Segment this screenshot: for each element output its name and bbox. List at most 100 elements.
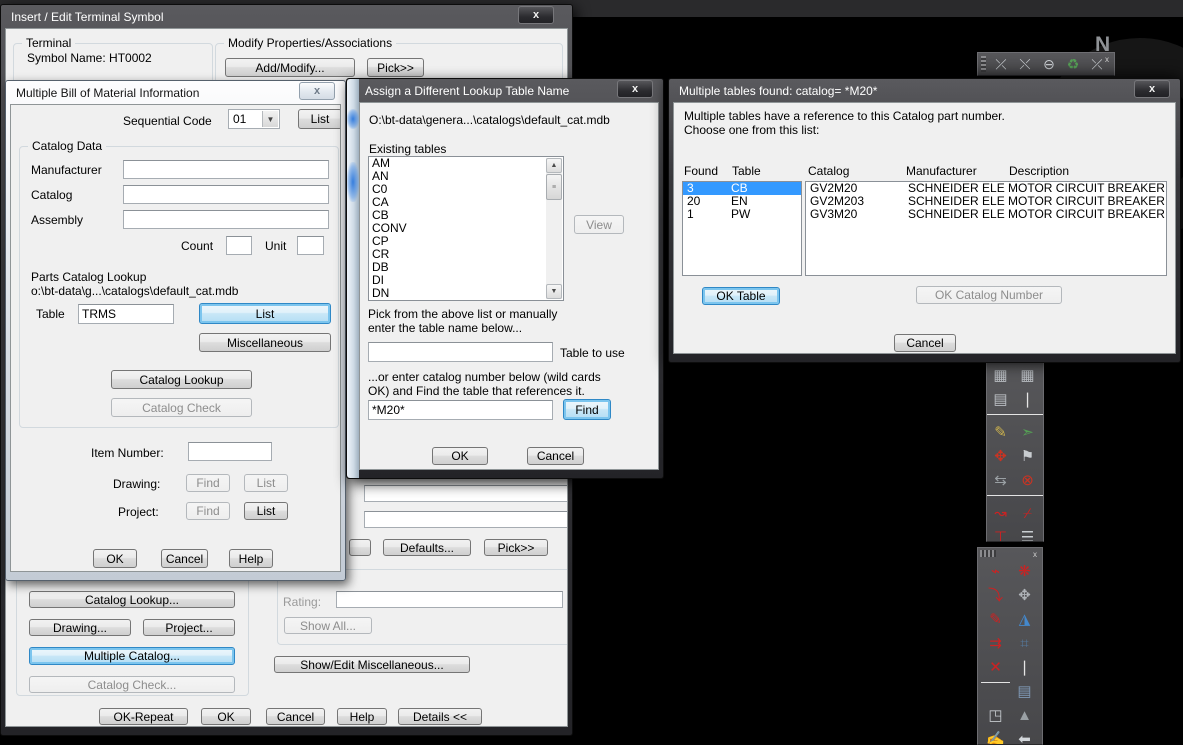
rating-field[interactable]	[336, 591, 563, 608]
sequential-code-combobox[interactable]: 01 ▼	[228, 109, 280, 129]
terminal-field-2[interactable]	[364, 511, 567, 528]
copy-circuit-recycle-icon[interactable]: ♻	[1061, 54, 1085, 74]
cancel-button[interactable]: Cancel	[894, 334, 956, 352]
add-modify-button[interactable]: Add/Modify...	[225, 58, 355, 77]
miscellaneous-button[interactable]: Miscellaneous	[199, 333, 331, 352]
divider-bar-icon[interactable]: ❘	[1014, 387, 1041, 411]
wire-number-leader-icon[interactable]: ⇉	[981, 631, 1010, 655]
sequential-code-list-button[interactable]: List	[298, 109, 340, 129]
table-list-item[interactable]: C0	[369, 183, 546, 196]
table-list-item[interactable]: AN	[369, 170, 546, 183]
close-icon[interactable]: x	[1134, 80, 1170, 98]
unit-field[interactable]	[297, 236, 324, 255]
select-component-icon[interactable]: ➣	[1014, 420, 1041, 444]
zoom-circuit-icon[interactable]: ⊖	[1037, 54, 1061, 74]
edit-component-icon[interactable]: ✎	[987, 420, 1014, 444]
pick-button[interactable]: Pick>>	[367, 58, 424, 77]
insert-panel-footprint-icon[interactable]: ▦	[1014, 363, 1041, 387]
project-button[interactable]: Project...	[143, 619, 235, 636]
move-component-icon[interactable]: ✥	[987, 444, 1014, 468]
multiple-catalog-button[interactable]: Multiple Catalog...	[29, 647, 235, 665]
help-button[interactable]: Help	[229, 549, 273, 568]
move-wire-number-icon[interactable]: ✥	[1010, 583, 1039, 607]
found-tables-listbox[interactable]: 3 CB 20 EN 1 PW	[682, 181, 802, 276]
table-list-item[interactable]: AM	[369, 157, 546, 170]
close-icon[interactable]: x	[518, 6, 554, 24]
delete-component-icon[interactable]: ⊗	[1014, 468, 1041, 492]
insert-wire-number-icon[interactable]: ⌁	[981, 559, 1010, 583]
copy-wire-number-icon[interactable]: ⤵	[981, 583, 1010, 607]
insert-wire-icon[interactable]: ↝	[987, 501, 1014, 525]
fix-wire-number-icon[interactable]: ✎	[981, 607, 1010, 631]
chevron-down-icon[interactable]: ▼	[262, 111, 278, 127]
retag-component-icon[interactable]: ⚑	[1014, 444, 1041, 468]
scrollbar-thumb[interactable]: ≡	[546, 174, 562, 200]
insert-wire-tee-icon[interactable]: ⊤	[987, 525, 1014, 542]
table-list-button[interactable]: List	[199, 303, 331, 324]
catalog-result-row[interactable]: GV2M20 SCHNEIDER ELE MOTOR CIRCUIT BREAK…	[806, 182, 1166, 195]
toolbar-close-icon[interactable]: x	[1102, 54, 1112, 64]
flip-wire-number-icon[interactable]: ◮	[1010, 607, 1039, 631]
help-button[interactable]: Help	[337, 708, 387, 725]
insert-panel-icon[interactable]: ▦	[987, 363, 1014, 387]
catalog-field[interactable]	[123, 185, 329, 204]
pointer-icon[interactable]: ▲	[1010, 703, 1039, 727]
table-list-item[interactable]: DN	[369, 287, 546, 300]
cancel-button[interactable]: Cancel	[161, 549, 208, 568]
catalog-number-field[interactable]	[368, 400, 553, 420]
cancel-button[interactable]: Cancel	[266, 708, 325, 725]
ok-table-button[interactable]: OK Table	[702, 287, 780, 305]
edit-footprint-icon[interactable]: ◳	[981, 703, 1010, 727]
show-all-button[interactable]: Show All...	[284, 617, 372, 634]
ok-repeat-button[interactable]: OK-Repeat	[99, 708, 188, 725]
title-bar[interactable]: Insert / Edit Terminal Symbol x	[5, 5, 568, 28]
view-button[interactable]: View	[574, 215, 624, 234]
table-to-use-field[interactable]	[368, 342, 553, 362]
swap-components-icon[interactable]: ⇆	[987, 468, 1014, 492]
pick2-button[interactable]: Pick>>	[484, 539, 548, 556]
scrollbar[interactable]: ▲ ≡ ▼	[546, 158, 562, 299]
drawing-list-button[interactable]: List	[244, 474, 288, 492]
table-list-item[interactable]: CR	[369, 248, 546, 261]
edit-wire-number-icon[interactable]: ❋	[1010, 559, 1039, 583]
table-field[interactable]	[78, 304, 174, 324]
insert-ladder-icon[interactable]: ☰	[1014, 525, 1041, 542]
delete-wire-number-icon[interactable]: ✕	[981, 655, 1010, 679]
table-list-item[interactable]: CA	[369, 196, 546, 209]
table-list-item[interactable]: DB	[369, 261, 546, 274]
details-button[interactable]: Details <<	[398, 708, 482, 725]
scroll-up-icon[interactable]: ▲	[546, 158, 562, 173]
previous-drawing-icon[interactable]: ⬅	[1010, 727, 1039, 745]
drawing-find-button[interactable]: Find	[186, 474, 230, 492]
defaults-button[interactable]: Defaults...	[383, 539, 471, 556]
drawing-button[interactable]: Drawing...	[29, 619, 131, 636]
divider-bar-icon[interactable]: ❘	[1010, 655, 1039, 679]
panel-terminal-list-icon[interactable]: ▤	[1010, 679, 1039, 703]
scroll-down-icon[interactable]: ▼	[546, 284, 562, 299]
toolbar-close-icon[interactable]: x	[1030, 549, 1040, 559]
catalog-lookup-button[interactable]: Catalog Lookup	[111, 370, 252, 389]
project-find-button[interactable]: Find	[186, 502, 230, 520]
sketch-icon[interactable]: ✍	[981, 727, 1010, 745]
existing-tables-listbox[interactable]: AM AN C0 CA CB CONV CP CR DB DI DN ▲ ≡ ▼	[368, 156, 564, 301]
catalog-result-row[interactable]: GV3M20 SCHNEIDER ELE MOTOR CIRCUIT BREAK…	[806, 208, 1166, 221]
plc-connect-icon[interactable]: ⌗	[1010, 631, 1039, 655]
catalog-lookup-button[interactable]: Catalog Lookup...	[29, 591, 235, 608]
project-list-button[interactable]: List	[244, 502, 288, 520]
hidden-button-sliver[interactable]	[349, 539, 371, 556]
found-table-row[interactable]: 1 PW	[683, 208, 801, 221]
trim-wire-icon[interactable]: ⌿	[1014, 501, 1041, 525]
move-circuit-icon[interactable]: ⤫	[989, 54, 1013, 74]
catalog-results-listbox[interactable]: GV2M20 SCHNEIDER ELE MOTOR CIRCUIT BREAK…	[805, 181, 1167, 276]
title-bar[interactable]: Assign a Different Lookup Table Name x	[359, 79, 659, 102]
find-button[interactable]: Find	[563, 399, 611, 420]
catalog-check-button[interactable]: Catalog Check	[111, 398, 252, 417]
close-icon[interactable]: x	[299, 82, 335, 100]
copy-circuit-icon[interactable]: ⤬	[1013, 54, 1037, 74]
show-edit-miscellaneous-button[interactable]: Show/Edit Miscellaneous...	[274, 656, 470, 673]
title-bar[interactable]: Multiple tables found: catalog= *M20* x	[673, 79, 1176, 102]
toolbar-grip[interactable]	[981, 56, 986, 72]
toolbar-grip[interactable]	[980, 550, 996, 557]
ok-button[interactable]: OK	[93, 549, 137, 568]
panel-list-icon[interactable]: ▤	[987, 387, 1014, 411]
